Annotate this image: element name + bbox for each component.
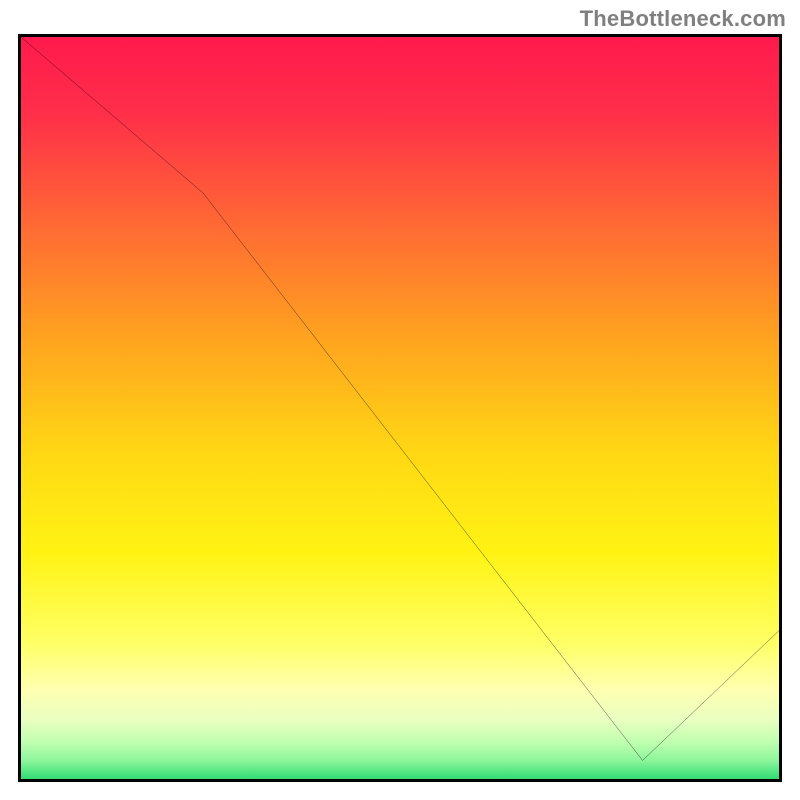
watermark-text: TheBottleneck.com (580, 6, 786, 32)
chart-container: TheBottleneck.com (0, 0, 800, 800)
plot-frame (18, 34, 782, 782)
line-curve (21, 37, 779, 779)
